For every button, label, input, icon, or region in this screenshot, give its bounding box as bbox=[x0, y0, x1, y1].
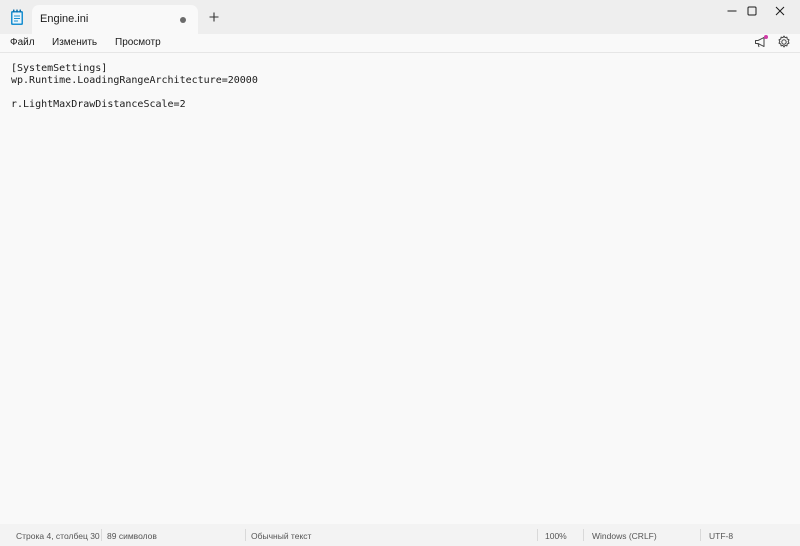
text-editor[interactable]: [SystemSettings] wp.Runtime.LoadingRange… bbox=[0, 53, 800, 523]
maximize-icon bbox=[747, 6, 757, 16]
tab-engine-ini[interactable]: Engine.ini bbox=[32, 5, 198, 34]
editor-line-2: wp.Runtime.LoadingRangeArchitecture=2000… bbox=[11, 75, 258, 86]
close-icon bbox=[775, 6, 785, 16]
gear-icon[interactable] bbox=[776, 34, 792, 50]
megaphone-icon[interactable] bbox=[753, 34, 769, 50]
title-bar: Engine.ini bbox=[0, 0, 800, 34]
menu-bar: Файл Изменить Просмотр bbox=[0, 34, 800, 51]
menu-file[interactable]: Файл bbox=[10, 37, 35, 48]
character-count: 89 символов bbox=[107, 531, 157, 541]
unsaved-dot-icon[interactable] bbox=[180, 17, 186, 23]
close-button[interactable] bbox=[760, 0, 800, 22]
editor-line-4: r.LightMaxDrawDistanceScale=2 bbox=[11, 99, 186, 110]
line-ending[interactable]: Windows (CRLF) bbox=[592, 531, 657, 541]
plus-icon[interactable] bbox=[206, 9, 222, 25]
text-format[interactable]: Обычный текст bbox=[251, 531, 311, 541]
status-divider bbox=[583, 529, 584, 541]
cursor-position: Строка 4, столбец 30 bbox=[16, 531, 100, 541]
editor-line-1: [SystemSettings] bbox=[11, 63, 108, 74]
zoom-level[interactable]: 100% bbox=[545, 531, 567, 541]
menu-view[interactable]: Просмотр bbox=[115, 37, 161, 48]
notepad-icon bbox=[10, 9, 24, 26]
status-bar: Строка 4, столбец 30 89 символов Обычный… bbox=[0, 524, 800, 546]
menu-edit[interactable]: Изменить bbox=[52, 37, 97, 48]
status-divider bbox=[245, 529, 246, 541]
status-divider bbox=[537, 529, 538, 541]
encoding[interactable]: UTF-8 bbox=[709, 531, 733, 541]
tab-title: Engine.ini bbox=[40, 13, 89, 25]
status-divider bbox=[101, 529, 102, 541]
status-divider bbox=[700, 529, 701, 541]
